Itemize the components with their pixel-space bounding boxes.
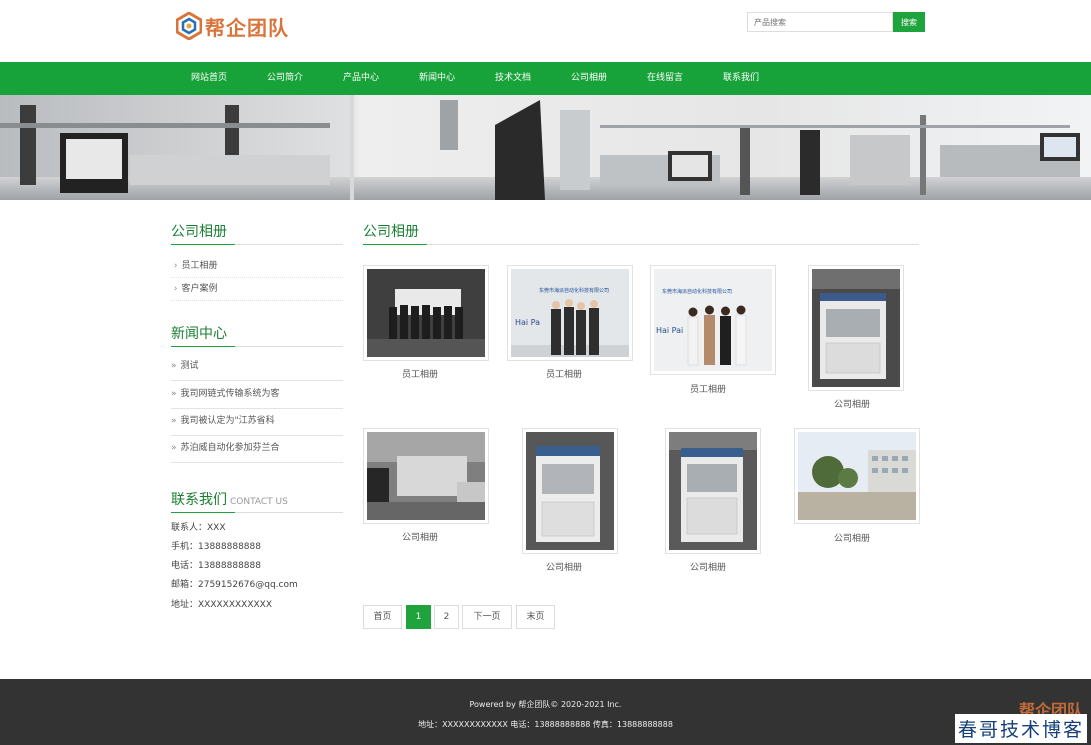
footer-contact: 地址：XXXXXXXXXXXX 电话：13888888888 传真：138888…: [418, 720, 673, 729]
nav-item-contact[interactable]: 联系我们: [703, 62, 779, 95]
photo-caption[interactable]: 公司相册: [502, 560, 626, 573]
sidebar-item-label: 客户案例: [181, 284, 218, 294]
footer-copyright: Powered by 帮企团队© 2020-2021 Inc.: [469, 700, 622, 709]
photo-caption[interactable]: 公司相册: [790, 531, 914, 544]
hero-banner: [0, 95, 1091, 200]
main-nav: 网站首页 公司简介 产品中心 新闻中心 技术文档 公司相册 在线留言 联系我们: [0, 62, 1091, 95]
machine-photo-image: [812, 269, 900, 387]
group-photo-image: [367, 269, 485, 357]
nav-item-home[interactable]: 网站首页: [171, 62, 247, 95]
logo-text: 帮企团队: [205, 15, 289, 40]
double-chevron-icon: »: [171, 389, 177, 399]
chevron-right-icon: ›: [171, 261, 178, 271]
workshop-photo-image: [367, 432, 485, 520]
pager-last[interactable]: 末页: [516, 605, 555, 629]
album-photo[interactable]: [363, 428, 489, 524]
nav-item-news[interactable]: 新闻中心: [399, 62, 475, 95]
news-link[interactable]: » 我司被认定为"江苏省科: [171, 408, 343, 436]
news-link-label: 苏泊威自动化参加芬兰合: [180, 443, 280, 453]
double-chevron-icon: »: [171, 416, 177, 426]
sidebar-album-title: 公司相册: [171, 224, 227, 240]
album-photo[interactable]: [794, 428, 920, 524]
pager-next[interactable]: 下一页: [462, 605, 512, 629]
album-photo[interactable]: [363, 265, 489, 361]
lab-banner-image: [0, 95, 1091, 200]
sidebar-news-title: 新闻中心: [171, 326, 227, 342]
news-link[interactable]: » 我司网链式传输系统为客: [171, 381, 343, 409]
sidebar-item-staff-album[interactable]: › 员工相册: [171, 255, 343, 278]
group-photo-image: 东莞市海派自动化科技有限公司 Hai Pa: [511, 269, 629, 357]
news-link-label: 我司网链式传输系统为客: [180, 389, 280, 399]
news-link-label: 测试: [180, 361, 199, 371]
pager-first[interactable]: 首页: [363, 605, 402, 629]
contact-person: 联系人：XXX: [171, 523, 226, 533]
photo-caption[interactable]: 员工相册: [358, 367, 482, 380]
album-photo[interactable]: [808, 265, 904, 391]
search-input[interactable]: [747, 12, 893, 32]
logo-hexagon-icon: [176, 12, 202, 40]
contact-title-text: 联系我们: [171, 492, 227, 508]
page-title: 公司相册: [363, 224, 419, 240]
contact-phone: 电话：13888888888: [171, 561, 261, 571]
contact-address: 地址：XXXXXXXXXXXX: [171, 600, 272, 610]
sidebar-news-divider: [171, 346, 343, 347]
photo-sign-text: 东莞市海派自动化科技有限公司: [539, 287, 609, 294]
photo-caption[interactable]: 公司相册: [790, 397, 914, 410]
search-button[interactable]: 搜索: [893, 12, 925, 32]
photo-sign-text: 东莞市海派自动化科技有限公司: [662, 288, 732, 295]
factory-photo-image: [798, 432, 916, 520]
nav-item-products[interactable]: 产品中心: [323, 62, 399, 95]
sidebar-album-divider: [171, 244, 343, 245]
photo-caption[interactable]: 公司相册: [358, 530, 482, 543]
machine-photo-image: [526, 432, 614, 550]
pager-page-2[interactable]: 2: [434, 605, 459, 629]
news-link[interactable]: » 苏泊威自动化参加芬兰合: [171, 435, 343, 463]
chevron-right-icon: ›: [171, 284, 178, 294]
pager-page-1[interactable]: 1: [406, 605, 431, 629]
double-chevron-icon: »: [171, 361, 177, 371]
page-title-divider: [363, 244, 919, 245]
site-logo[interactable]: 帮企团队: [176, 11, 289, 41]
photo-caption[interactable]: 员工相册: [502, 367, 626, 380]
photo-caption[interactable]: 员工相册: [646, 382, 770, 395]
nav-item-docs[interactable]: 技术文档: [475, 62, 551, 95]
album-photo[interactable]: [665, 428, 761, 554]
album-photo[interactable]: 东莞市海派自动化科技有限公司 Hai Pa: [507, 265, 633, 361]
nav-item-message[interactable]: 在线留言: [627, 62, 703, 95]
search-bar: 搜索: [747, 12, 925, 32]
album-photo[interactable]: 东莞市海派自动化科技有限公司 Hai Pai: [650, 265, 776, 375]
contact-email: 邮箱：2759152676@qq.com: [171, 580, 298, 590]
svg-text:Hai Pai: Hai Pai: [656, 326, 683, 335]
svg-text:Hai Pa: Hai Pa: [515, 318, 540, 327]
sidebar-contact-divider: [171, 512, 343, 513]
photo-caption[interactable]: 公司相册: [646, 560, 770, 573]
sidebar-item-label: 员工相册: [181, 261, 218, 271]
sidebar-contact-title: 联系我们 CONTACT US: [171, 489, 288, 509]
nav-item-album[interactable]: 公司相册: [551, 62, 627, 95]
watermark-text: 春哥技术博客: [954, 714, 1087, 743]
sidebar-item-customer-cases[interactable]: › 客户案例: [171, 278, 343, 301]
contact-mobile: 手机：13888888888: [171, 542, 261, 552]
news-link[interactable]: » 测试: [171, 353, 343, 381]
site-footer: Powered by 帮企团队© 2020-2021 Inc. 地址：XXXXX…: [0, 679, 1091, 745]
album-photo[interactable]: [522, 428, 618, 554]
double-chevron-icon: »: [171, 443, 177, 453]
nav-item-about[interactable]: 公司简介: [247, 62, 323, 95]
news-link-label: 我司被认定为"江苏省科: [180, 416, 275, 426]
machine-photo-image: [669, 432, 757, 550]
group-photo-image: 东莞市海派自动化科技有限公司 Hai Pai: [654, 269, 772, 371]
contact-subtitle: CONTACT US: [230, 497, 288, 507]
